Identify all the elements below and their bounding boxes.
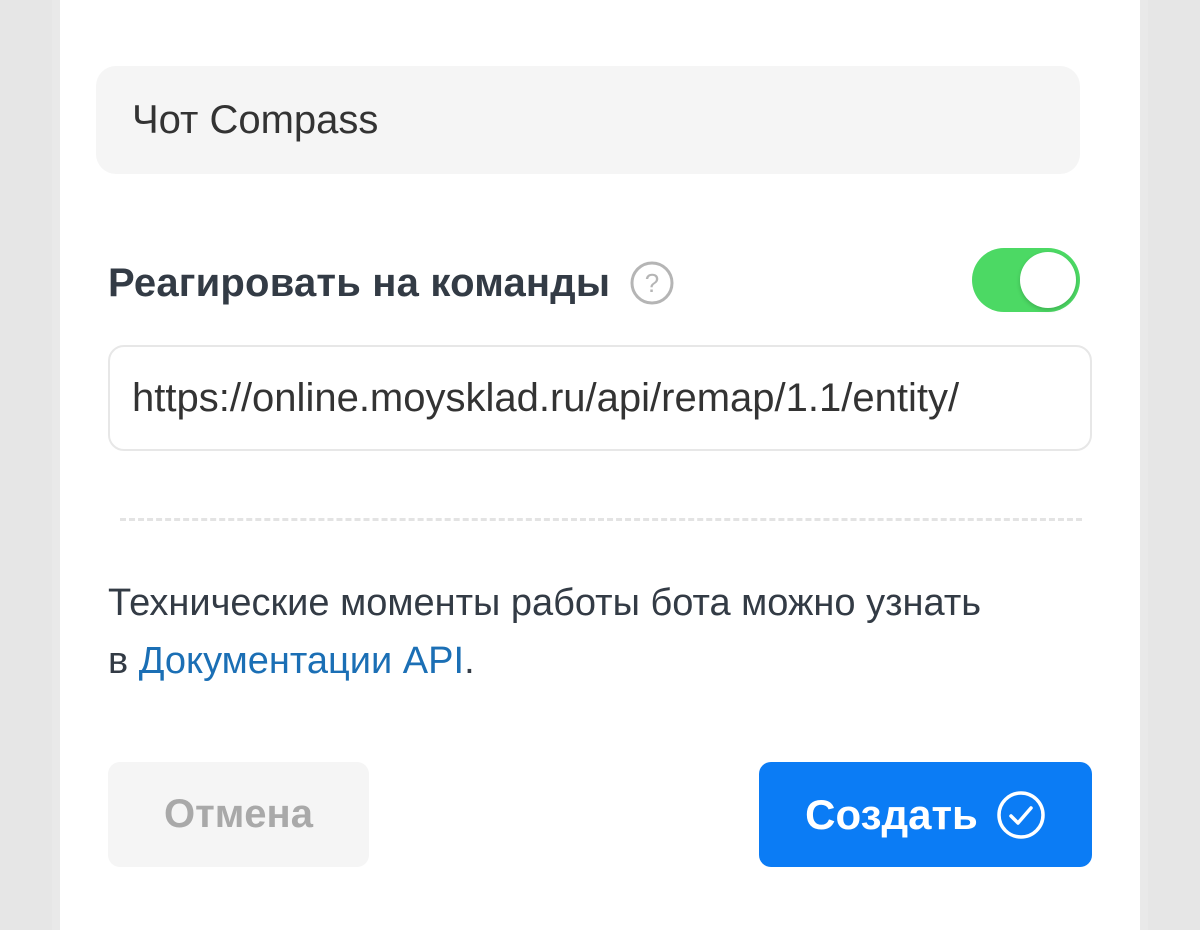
check-circle-icon	[996, 790, 1046, 840]
page: Чот Compass Реагировать на команды ? htt…	[0, 0, 1200, 930]
dashed-divider	[120, 518, 1082, 521]
cancel-button-label: Отмена	[164, 792, 313, 836]
webhook-url-field[interactable]: https://online.moysklad.ru/api/remap/1.1…	[108, 345, 1092, 451]
create-button[interactable]: Создать	[759, 762, 1092, 867]
toggle-knob	[1020, 252, 1076, 308]
question-circle-icon[interactable]: ?	[630, 261, 674, 305]
api-docs-link[interactable]: Документации API	[139, 640, 464, 682]
cancel-button[interactable]: Отмена	[108, 762, 369, 867]
react-commands-row: Реагировать на команды ?	[108, 248, 1080, 318]
webhook-url-value: https://online.moysklad.ru/api/remap/1.1…	[132, 375, 960, 420]
info-text: Технические моменты работы бота можно уз…	[108, 574, 1008, 690]
bot-name-value: Чот Compass	[132, 97, 379, 142]
react-commands-toggle[interactable]	[972, 248, 1080, 312]
bot-name-field[interactable]: Чот Compass	[96, 66, 1080, 174]
create-button-label: Создать	[805, 790, 978, 838]
react-commands-label: Реагировать на команды	[108, 260, 611, 305]
info-text-after: .	[464, 640, 475, 682]
svg-text:?: ?	[645, 268, 659, 298]
